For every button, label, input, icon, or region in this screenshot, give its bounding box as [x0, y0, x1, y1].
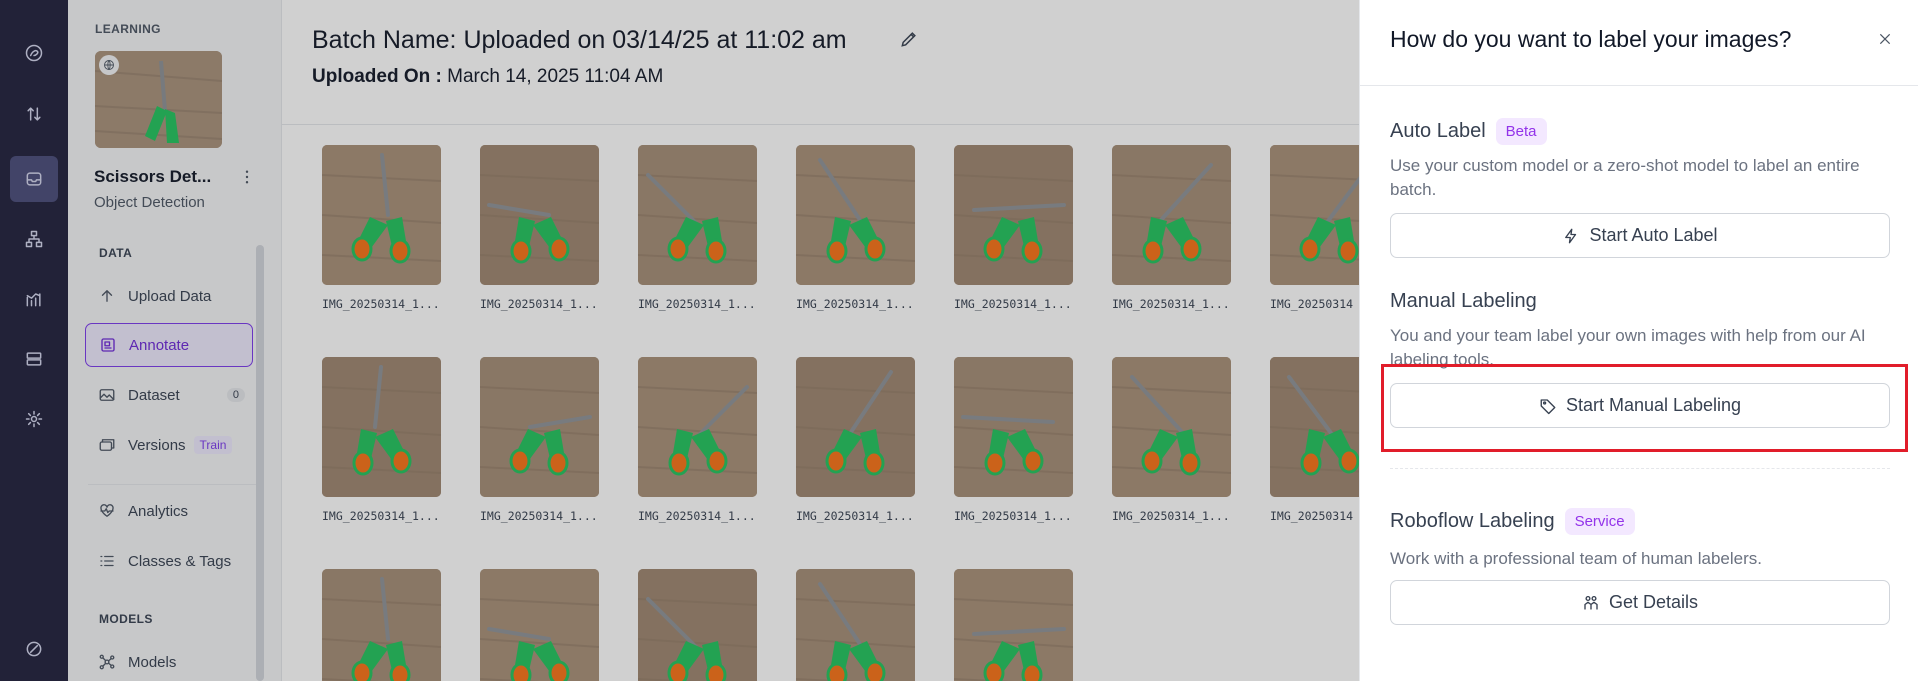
start-auto-label-label: Start Auto Label: [1589, 225, 1718, 245]
auto-label-heading: Auto Label Beta: [1390, 118, 1547, 145]
start-auto-label-button[interactable]: Start Auto Label: [1390, 213, 1890, 258]
tag-icon: [1540, 398, 1556, 414]
service-badge: Service: [1564, 508, 1635, 535]
beta-badge: Beta: [1495, 118, 1547, 145]
get-details-label: Get Details: [1608, 592, 1699, 612]
drawer-divider: [1360, 85, 1918, 86]
manual-labeling-description: You and your team label your own images …: [1390, 326, 1866, 369]
lightning-icon: [1565, 228, 1577, 243]
label-options-drawer: How do you want to label your images? Au…: [1359, 0, 1918, 681]
manual-labeling-title: Manual Labeling: [1390, 290, 1537, 312]
people-icon: [1584, 595, 1598, 610]
auto-label-title: Auto Label: [1390, 120, 1486, 142]
start-manual-labeling-label: Start Manual Labeling: [1565, 395, 1742, 415]
roboflow-labeling-title: Roboflow Labeling: [1390, 510, 1555, 532]
start-manual-labeling-button[interactable]: Start Manual Labeling: [1390, 383, 1890, 428]
get-details-button[interactable]: Get Details: [1390, 580, 1890, 625]
close-icon[interactable]: [1874, 28, 1896, 50]
modal-backdrop[interactable]: [0, 0, 1359, 681]
auto-label-description: Use your custom model or a zero-shot mod…: [1390, 156, 1860, 199]
roboflow-labeling-description: Work with a professional team of human l…: [1390, 549, 1762, 568]
section-divider: [1390, 468, 1890, 469]
manual-labeling-heading: Manual Labeling: [1390, 290, 1537, 313]
drawer-title: How do you want to label your images?: [1390, 26, 1792, 52]
roboflow-labeling-heading: Roboflow Labeling Service: [1390, 508, 1635, 535]
